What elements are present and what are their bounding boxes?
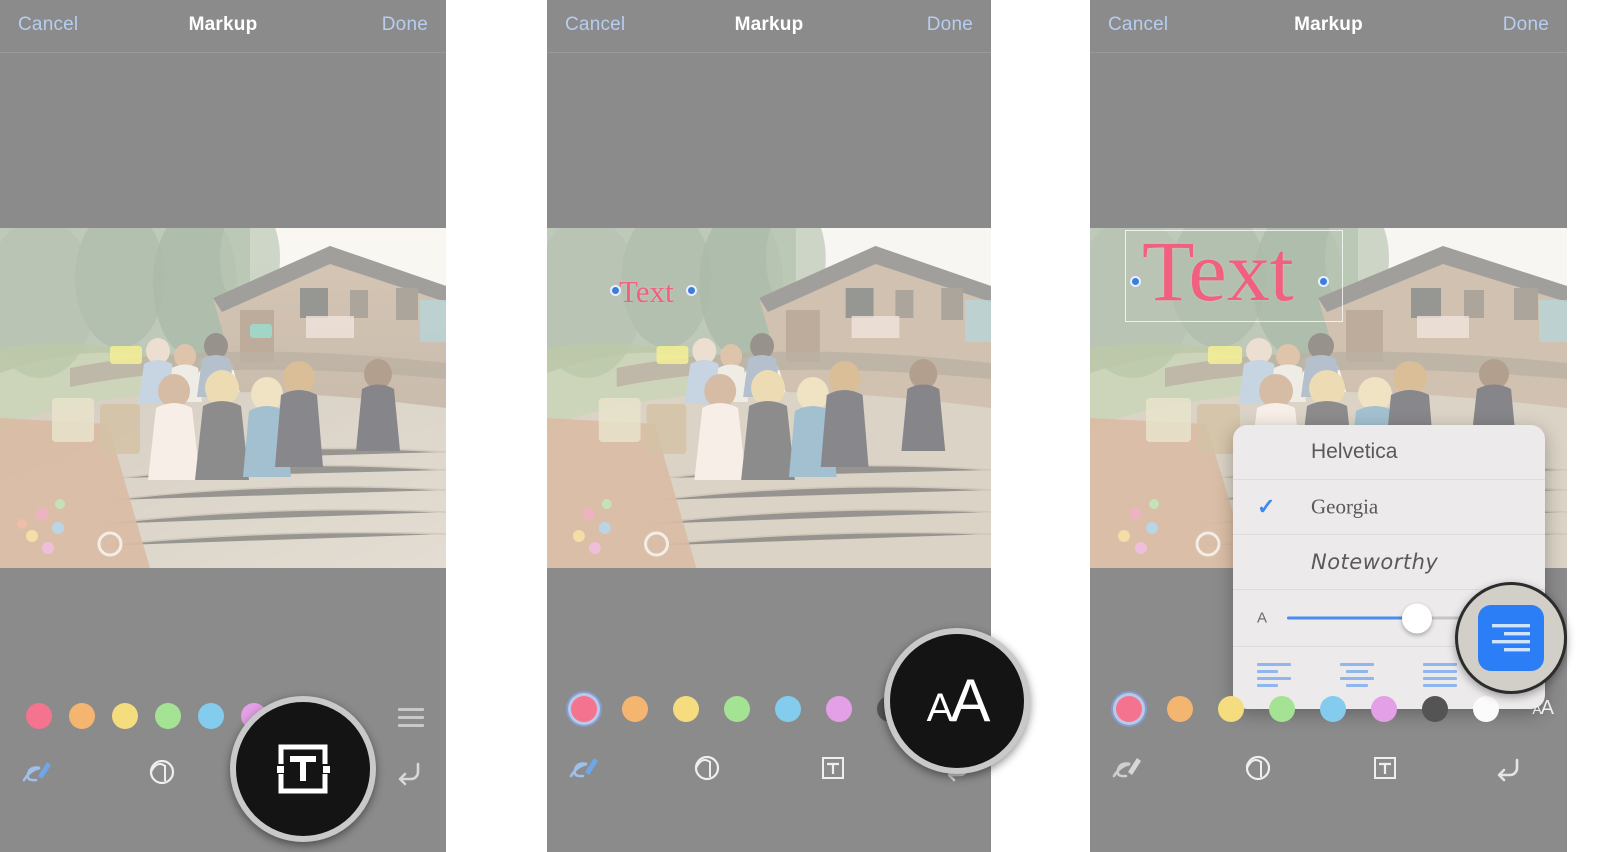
slider-size-label: A [1257,609,1268,627]
font-option-noteworthy[interactable]: Noteworthy [1233,535,1545,590]
font-option-label: Helvetica [1311,440,1398,463]
slider-fill [1287,616,1417,620]
color-swatch-green[interactable] [724,696,750,722]
done-button[interactable]: Done [1503,14,1549,36]
color-swatch-pink[interactable] [571,696,597,722]
color-swatch-yellow[interactable] [1218,696,1244,722]
text-box-icon[interactable] [1363,746,1407,790]
font-size-callout-label: AA [926,667,991,734]
color-swatch-green[interactable] [155,703,181,729]
font-option-label: Georgia [1311,494,1379,519]
page-title: Markup [1294,14,1363,35]
color-swatch-orange[interactable] [69,703,95,729]
markup-screen-step-1: Cancel Markup Done [0,0,446,852]
font-option-label: Noteworthy [1311,550,1439,574]
photo-canvas[interactable] [0,228,446,568]
font-size-button[interactable]: AA [1532,697,1554,720]
align-right-button-highlighted[interactable] [1478,605,1544,671]
pen-squiggle-icon[interactable] [1104,746,1148,790]
slider-thumb[interactable] [1401,603,1432,633]
magnifier-icon[interactable] [1235,746,1279,790]
markup-toolbar [0,742,446,802]
navigation-bar: Cancel Markup Done [1090,0,1567,53]
screenshot-stage: Cancel Markup Done Cancel Markup Done Te… [0,0,1600,852]
color-swatch-blue[interactable] [1320,696,1346,722]
color-swatch-green[interactable] [1269,696,1295,722]
checkmark-icon: ✓ [1257,494,1276,519]
callout-align-right[interactable] [1455,582,1567,694]
done-button[interactable]: Done [382,14,428,36]
color-swatch-dark[interactable] [1422,696,1448,722]
font-option-georgia[interactable]: ✓ Georgia [1233,480,1545,535]
color-swatch-orange[interactable] [1167,696,1193,722]
color-swatch-orange[interactable] [622,696,648,722]
deck-party-photo [547,228,991,568]
color-palette-bar [0,690,446,742]
color-swatch-pink[interactable] [26,703,52,729]
align-right-icon [1492,624,1530,652]
text-handle-right[interactable] [686,285,697,296]
photo-canvas[interactable]: Text [547,228,991,568]
color-swatch-yellow[interactable] [673,696,699,722]
color-swatch-white[interactable] [1473,696,1499,722]
pen-squiggle-icon[interactable] [14,750,58,794]
done-button[interactable]: Done [927,14,973,36]
magnifier-icon[interactable] [139,750,183,794]
deck-party-photo [0,228,446,568]
font-option-helvetica[interactable]: Helvetica [1233,425,1545,480]
undo-arrow-icon[interactable] [388,750,432,794]
text-handle-left[interactable] [1130,276,1141,287]
callout-font-size[interactable]: AA [884,628,1030,774]
undo-arrow-icon[interactable] [1487,746,1531,790]
color-swatch-violet[interactable] [1371,696,1397,722]
text-handle-left[interactable] [610,285,621,296]
color-swatch-blue[interactable] [775,696,801,722]
page-title: Markup [188,14,258,35]
navigation-bar: Cancel Markup Done [0,0,446,53]
pen-squiggle-icon[interactable] [561,746,605,790]
text-annotation[interactable]: Text [1142,228,1294,316]
callout-text-tool[interactable] [230,696,376,842]
hamburger-list-icon[interactable] [398,708,424,727]
text-annotation[interactable]: Text [619,274,674,310]
color-swatch-blue[interactable] [198,703,224,729]
markup-screen-step-3: Cancel Markup Done Text Helvetica ✓ Geor… [1090,0,1567,852]
magnifier-icon[interactable] [684,746,728,790]
markup-toolbar [1090,738,1567,798]
color-swatch-violet[interactable] [826,696,852,722]
navigation-bar: Cancel Markup Done [547,0,991,53]
text-box-icon[interactable] [811,746,855,790]
text-handle-right[interactable] [1318,276,1329,287]
page-title: Markup [734,14,804,35]
color-swatch-pink[interactable] [1116,696,1142,722]
color-swatch-yellow[interactable] [112,703,138,729]
text-box-icon [275,744,331,794]
